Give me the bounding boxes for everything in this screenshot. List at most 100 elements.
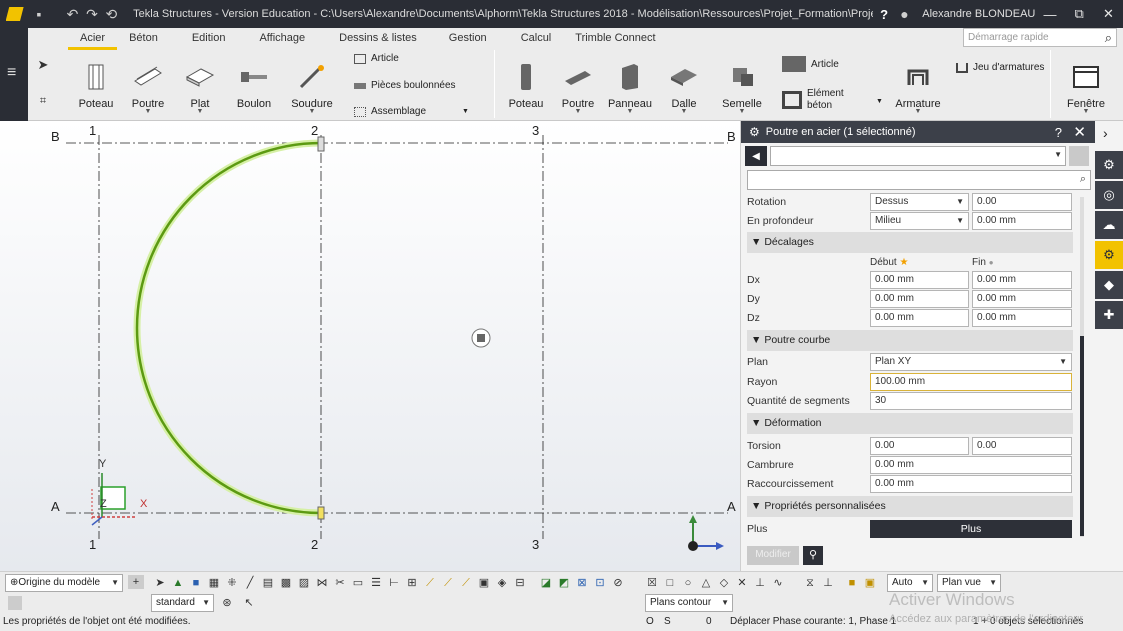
hourglass-icon[interactable]: ⧖ xyxy=(803,576,817,590)
section-deformation[interactable]: ▼ Déformation xyxy=(747,413,1073,434)
dy-start-field[interactable]: 0.00 mm xyxy=(870,290,969,308)
help-icon[interactable]: ? xyxy=(873,7,894,22)
rebar-set-button[interactable]: Jeu d'armatures xyxy=(956,62,1044,73)
footing-button[interactable]: Semelle ▼ xyxy=(714,50,770,115)
section-decalages[interactable]: ▼ Décalages xyxy=(747,232,1073,253)
select-point-icon[interactable]: ⊢ xyxy=(387,576,401,590)
depth-select[interactable]: Milieu xyxy=(870,212,969,230)
select-rebar-icon[interactable]: ⋈ xyxy=(315,576,329,590)
chevron-down-icon[interactable]: ▼ xyxy=(145,108,152,115)
camber-field[interactable]: 0.00 mm xyxy=(870,456,1072,474)
chevron-down-icon[interactable]: ▼ xyxy=(309,108,316,115)
dz-start-field[interactable]: 0.00 mm xyxy=(870,309,969,327)
quick-search-input[interactable]: Démarrage rapide ⌕ xyxy=(963,28,1117,47)
minimize-button[interactable]: — xyxy=(1035,7,1064,22)
history-icon[interactable]: ⟲ xyxy=(102,6,121,23)
snap-geom-icon[interactable]: ⊡ xyxy=(593,576,607,590)
select-part-icon[interactable]: ▲ xyxy=(171,576,185,590)
standard-select[interactable]: standard xyxy=(151,594,214,612)
snap-endpoint-icon[interactable]: ⟋ xyxy=(423,576,437,590)
beam-start-handle[interactable] xyxy=(317,136,325,152)
snap-extension-icon[interactable]: ⊟ xyxy=(513,576,527,590)
plate-button[interactable]: Plat ▼ xyxy=(172,50,228,115)
back-arrow-icon[interactable]: ◀ xyxy=(745,146,767,166)
tab-affichage[interactable]: Affichage xyxy=(247,28,317,50)
select-view-icon[interactable]: ▭ xyxy=(351,576,365,590)
snap-off-icon[interactable]: ⊘ xyxy=(611,576,625,590)
chevron-down-icon[interactable]: ▼ xyxy=(197,108,204,115)
panel-help-icon[interactable]: ? xyxy=(1055,125,1062,140)
dx-start-field[interactable]: 0.00 mm xyxy=(870,271,969,289)
section-poutre-courbe[interactable]: ▼ Poutre courbe xyxy=(747,330,1073,351)
save-icon[interactable]: ▪ xyxy=(29,6,48,22)
snap-free-icon[interactable]: ◩ xyxy=(557,576,571,590)
chevron-down-icon[interactable]: ▼ xyxy=(739,108,746,115)
rebar-button[interactable]: Armature ▼ xyxy=(890,50,946,115)
torsion-start-field[interactable]: 0.00 xyxy=(870,437,969,455)
tab-trimble-connect[interactable]: Trimble Connect xyxy=(563,28,667,50)
concrete-article-button[interactable]: Article xyxy=(782,56,839,72)
tab-beton[interactable]: Béton xyxy=(117,28,170,50)
dx-end-field[interactable]: 0.00 mm xyxy=(972,271,1072,289)
beam-end-handle[interactable] xyxy=(317,506,325,520)
close-button[interactable]: ✕ xyxy=(1094,6,1123,22)
torsion-end-field[interactable]: 0.00 xyxy=(972,437,1072,455)
dz-end-field[interactable]: 0.00 mm xyxy=(972,309,1072,327)
more-button[interactable]: Plus xyxy=(870,520,1072,538)
chevron-down-icon[interactable]: ▼ xyxy=(876,98,883,105)
modify-button[interactable]: Modifier xyxy=(747,546,799,565)
snap-midpoint-icon[interactable]: ⟋ xyxy=(441,576,455,590)
cross-icon[interactable]: ☒ xyxy=(645,576,659,590)
snap-nearest-icon[interactable]: ▣ xyxy=(477,576,491,590)
bolted-parts-button[interactable]: Pièces boulonnées xyxy=(354,80,456,91)
chevron-down-icon[interactable]: ▼ xyxy=(462,108,469,115)
contour-planes-select[interactable]: Plans contour xyxy=(645,594,733,612)
steel-column-button[interactable]: Poteau xyxy=(68,50,124,110)
panel-close-icon[interactable]: ✕ xyxy=(1073,123,1086,141)
properties-preset-select[interactable] xyxy=(770,146,1066,166)
steel-beam-button[interactable]: Poutre ▼ xyxy=(120,50,176,115)
expand-chevron-icon[interactable]: › xyxy=(1103,125,1108,141)
select-assembly-icon[interactable]: ■ xyxy=(189,576,203,590)
diamond-icon[interactable]: ◇ xyxy=(717,576,731,590)
select-weld-icon[interactable]: ▤ xyxy=(261,576,275,590)
highlight-2-icon[interactable]: ▣ xyxy=(863,576,877,590)
tab-edition[interactable]: Edition xyxy=(180,28,238,50)
save-preset-button[interactable] xyxy=(1069,146,1089,166)
origin-select[interactable]: ⊕Origine du modèle xyxy=(5,574,123,592)
user-name[interactable]: Alexandre BLONDEAU xyxy=(922,8,1035,20)
concrete-beam-button[interactable]: Poutre ▼ xyxy=(550,50,606,115)
add-components-icon[interactable]: ✚ xyxy=(1095,301,1123,329)
wave-icon[interactable]: ∿ xyxy=(771,576,785,590)
weld-button[interactable]: Soudure ▼ xyxy=(284,50,340,115)
select-line-icon[interactable]: ╱ xyxy=(243,576,257,590)
settings-gear-icon[interactable]: ⚙ xyxy=(1095,151,1123,179)
select-surface-icon[interactable]: ▨ xyxy=(297,576,311,590)
lock-icon[interactable] xyxy=(8,596,22,610)
shortening-field[interactable]: 0.00 mm xyxy=(870,475,1072,493)
tab-gestion[interactable]: Gestion xyxy=(437,28,499,50)
restore-button[interactable]: ⧉ xyxy=(1065,6,1094,22)
tab-calcul[interactable]: Calcul xyxy=(509,28,564,50)
snap-line-icon[interactable]: ◈ xyxy=(495,576,509,590)
square-icon[interactable]: □ xyxy=(663,576,677,590)
chevron-down-icon[interactable]: ▼ xyxy=(1083,108,1090,115)
depth-offset-field[interactable]: 0.00 mm xyxy=(972,212,1072,230)
circle-icon[interactable]: ○ xyxy=(681,576,695,590)
select-switch-icon[interactable]: ↖ xyxy=(242,596,256,610)
pick-icon[interactable]: ⚲ xyxy=(803,546,823,565)
section-proprietes[interactable]: ▼ Propriétés personnalisées xyxy=(747,496,1073,517)
panel-scrollbar-thumb[interactable] xyxy=(1080,336,1084,536)
select-grid-icon[interactable]: ▦ xyxy=(207,576,221,590)
tab-dessins-listes[interactable]: Dessins & listes xyxy=(327,28,429,50)
chevron-down-icon[interactable]: ▼ xyxy=(627,108,634,115)
add-plane-icon[interactable]: + xyxy=(128,575,144,589)
snap-center-icon[interactable]: ⟋ xyxy=(459,576,473,590)
assembly-button[interactable]: Assemblage ▼ xyxy=(354,106,469,117)
radius-field[interactable]: 100.00 mm xyxy=(870,373,1072,391)
snap-icon[interactable]: ⌗ xyxy=(36,94,50,108)
chevron-down-icon[interactable]: ▼ xyxy=(681,108,688,115)
segments-field[interactable]: 30 xyxy=(870,392,1072,410)
concrete-column-button[interactable]: Poteau xyxy=(498,50,554,110)
chevron-down-icon[interactable]: ▼ xyxy=(915,108,922,115)
